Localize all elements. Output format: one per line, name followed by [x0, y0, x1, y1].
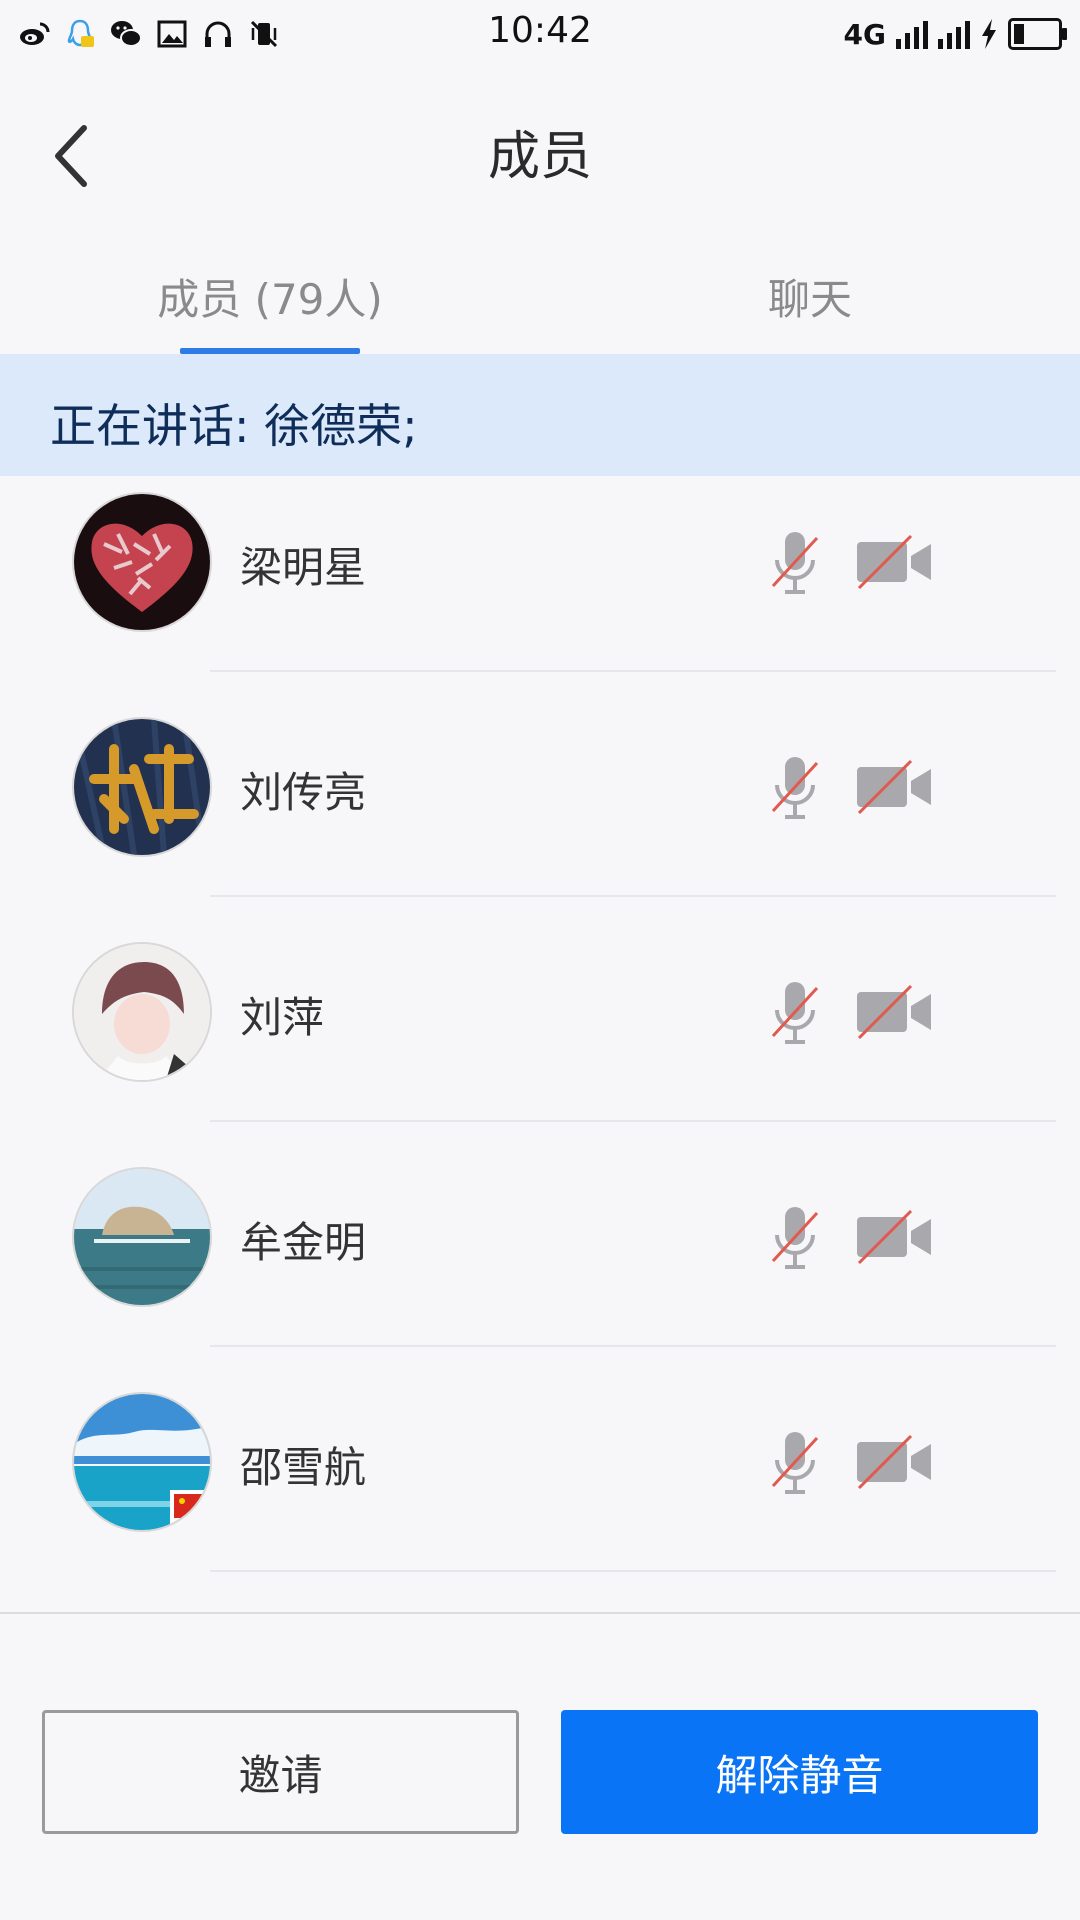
speaking-banner: 正在讲话: 徐德荣;	[0, 354, 1080, 476]
tab-bar: 成员 (79人) 聊天	[0, 236, 1080, 354]
camera-off-icon[interactable]	[855, 1207, 935, 1267]
mic-muted-icon[interactable]	[765, 753, 825, 823]
camera-off-icon[interactable]	[855, 532, 935, 592]
signal-icon	[896, 19, 928, 49]
member-name: 邵雪航	[240, 1443, 367, 1492]
speaking-text: 正在讲话: 徐德荣;	[50, 399, 418, 453]
battery-icon	[1008, 18, 1067, 50]
member-row[interactable]: 牟金明	[0, 1159, 1080, 1384]
avatar	[72, 1167, 212, 1307]
page-title: 成员	[487, 127, 592, 187]
row-divider	[210, 895, 1056, 897]
mic-muted-icon[interactable]	[765, 528, 825, 598]
bottom-separator	[0, 1612, 1080, 1614]
charging-icon	[982, 19, 996, 49]
mic-muted-icon[interactable]	[765, 1203, 825, 1273]
tab-chat[interactable]: 聊天	[700, 266, 920, 327]
signal-icon-2	[938, 19, 970, 49]
mic-muted-icon[interactable]	[765, 978, 825, 1048]
avatar	[72, 1392, 212, 1532]
member-row[interactable]: 刘传亮	[0, 709, 1080, 934]
mic-muted-icon[interactable]	[765, 1428, 825, 1498]
row-divider	[210, 1345, 1056, 1347]
status-right: 4G	[843, 14, 1067, 54]
camera-off-icon[interactable]	[855, 982, 935, 1042]
row-divider	[210, 670, 1056, 672]
avatar	[72, 717, 212, 857]
avatar	[72, 942, 212, 1082]
row-divider	[210, 1570, 1056, 1572]
network-type: 4G	[843, 17, 886, 51]
status-bar: 10:42 4G	[0, 0, 1080, 66]
tab-members[interactable]: 成员 (79人)	[150, 266, 390, 327]
member-row[interactable]: 梁明星	[0, 484, 1080, 709]
avatar	[72, 492, 212, 632]
camera-off-icon[interactable]	[855, 1432, 935, 1492]
invite-button[interactable]: 邀请	[42, 1710, 519, 1834]
member-row[interactable]: 刘萍	[0, 934, 1080, 1159]
row-divider	[210, 1120, 1056, 1122]
unmute-button[interactable]: 解除静音	[561, 1710, 1038, 1834]
member-name: 牟金明	[240, 1218, 367, 1267]
member-name: 刘传亮	[240, 768, 367, 817]
member-name: 刘萍	[240, 993, 325, 1042]
member-name: 梁明星	[240, 543, 367, 592]
header: 成员	[0, 66, 1080, 236]
camera-off-icon[interactable]	[855, 757, 935, 817]
member-list[interactable]: 梁明星 刘传亮 刘萍 牟金明 邵雪航	[0, 476, 1080, 1612]
member-row[interactable]: 邵雪航	[0, 1384, 1080, 1609]
